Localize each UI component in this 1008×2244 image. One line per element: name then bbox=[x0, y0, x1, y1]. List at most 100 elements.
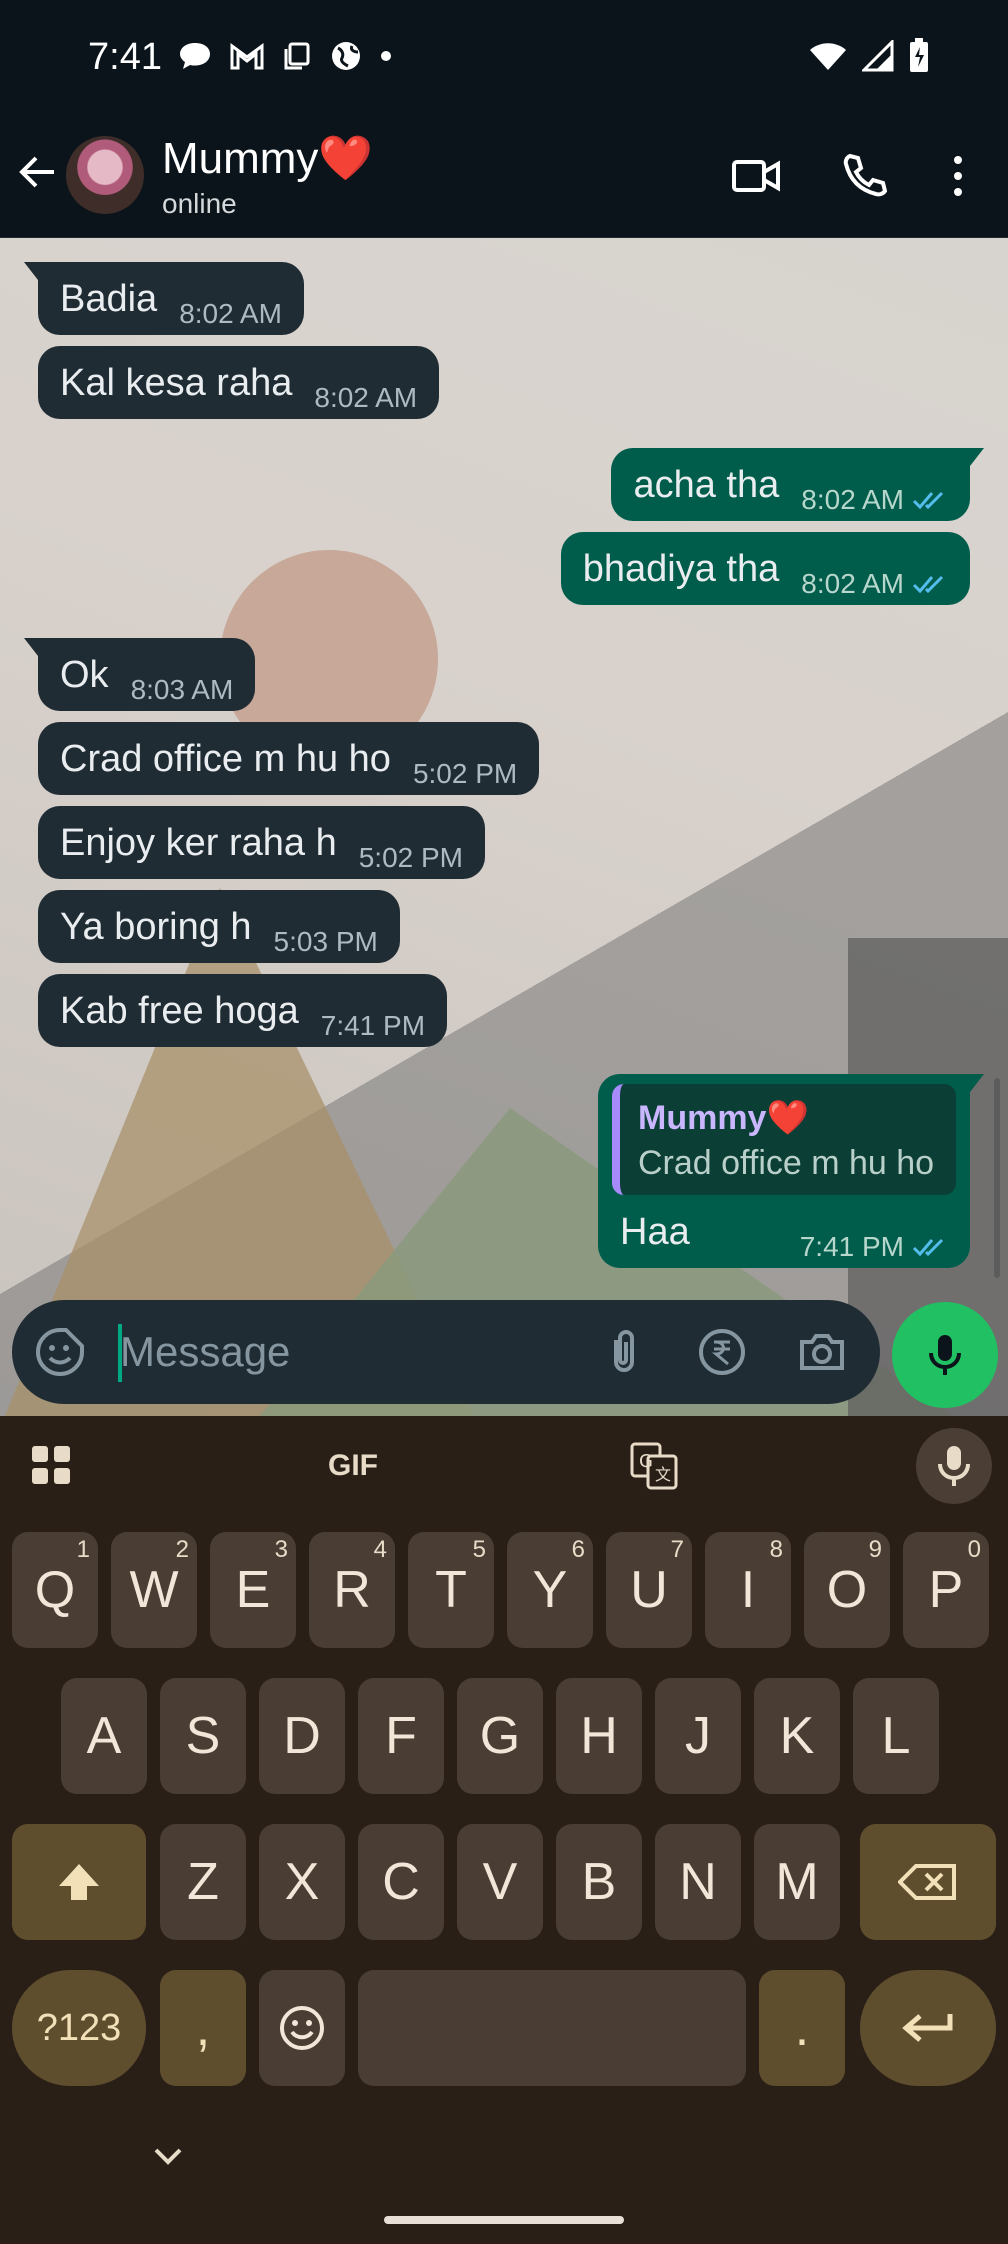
message-outgoing-reply[interactable]: Mummy❤️ Crad office m hu ho Haa 7:41 PM bbox=[598, 1074, 984, 1268]
backspace-key[interactable] bbox=[860, 1824, 996, 1940]
message-incoming[interactable]: Crad office m hu ho 5:02 PM bbox=[38, 722, 540, 795]
back-arrow-icon[interactable] bbox=[14, 148, 62, 196]
enter-key[interactable] bbox=[860, 1970, 996, 2086]
message-incoming[interactable]: Kal kesa raha 8:02 AM bbox=[38, 346, 440, 419]
key-y[interactable]: Y6 bbox=[507, 1532, 593, 1648]
message-input[interactable]: Message bbox=[12, 1300, 880, 1404]
attach-icon[interactable] bbox=[598, 1326, 650, 1378]
video-call-icon[interactable] bbox=[730, 150, 782, 202]
period-key[interactable]: . bbox=[759, 1970, 845, 2086]
key-w[interactable]: W2 bbox=[111, 1532, 197, 1648]
avatar[interactable] bbox=[66, 136, 144, 214]
message-time: 7:41 PM bbox=[799, 1231, 904, 1262]
quoted-text: Crad office m hu ho bbox=[638, 1144, 935, 1182]
key-i[interactable]: I8 bbox=[705, 1532, 791, 1648]
more-options-icon[interactable] bbox=[932, 150, 984, 202]
apps-grid-icon[interactable] bbox=[28, 1438, 76, 1494]
symbols-key[interactable]: ?123 bbox=[12, 1970, 146, 2086]
key-t[interactable]: T5 bbox=[408, 1532, 494, 1648]
key-s[interactable]: S bbox=[160, 1678, 246, 1794]
phone-call-icon[interactable] bbox=[838, 150, 890, 202]
key-p[interactable]: P0 bbox=[903, 1532, 989, 1648]
voice-message-button[interactable] bbox=[892, 1302, 998, 1408]
message-text: Crad office m hu ho bbox=[60, 738, 391, 780]
key-u[interactable]: U7 bbox=[606, 1532, 692, 1648]
enter-arrow-icon bbox=[902, 2014, 953, 2042]
rupee-payment-icon[interactable] bbox=[696, 1326, 748, 1378]
key-j[interactable]: J bbox=[655, 1678, 741, 1794]
key-x[interactable]: X bbox=[259, 1824, 345, 1940]
backspace-icon bbox=[898, 1864, 956, 1900]
message-text: Ya boring h bbox=[60, 906, 252, 948]
scrollbar[interactable] bbox=[994, 1078, 1000, 1278]
message-incoming[interactable]: Kab free hoga 7:41 PM bbox=[38, 974, 448, 1047]
key-q[interactable]: Q1 bbox=[12, 1532, 98, 1648]
shift-key[interactable] bbox=[12, 1824, 146, 1940]
key-f[interactable]: F bbox=[358, 1678, 444, 1794]
voice-typing-button[interactable] bbox=[916, 1428, 992, 1504]
emoji-icon bbox=[280, 2006, 324, 2050]
key-label: R bbox=[333, 1561, 371, 1619]
emoji-key[interactable] bbox=[259, 1970, 345, 2086]
battery-icon bbox=[910, 38, 928, 72]
key-a[interactable]: A bbox=[61, 1678, 147, 1794]
key-l[interactable]: L bbox=[853, 1678, 939, 1794]
hide-keyboard-chevron-icon[interactable] bbox=[148, 2136, 188, 2176]
key-m[interactable]: M bbox=[754, 1824, 840, 1940]
home-gesture-bar[interactable] bbox=[384, 2216, 624, 2224]
key-d[interactable]: D bbox=[259, 1678, 345, 1794]
key-g[interactable]: G bbox=[457, 1678, 543, 1794]
sticker-icon[interactable] bbox=[34, 1326, 86, 1378]
svg-text:G: G bbox=[639, 1451, 653, 1472]
message-time: 5:02 PM bbox=[412, 758, 518, 789]
translate-icon[interactable]: G文 bbox=[626, 1438, 682, 1494]
message-placeholder: Message bbox=[120, 1328, 291, 1375]
message-time: 8:02 AM bbox=[801, 568, 904, 599]
space-key[interactable] bbox=[358, 1970, 746, 2086]
gif-button[interactable]: GIF bbox=[318, 1438, 388, 1494]
message-incoming[interactable]: Enjoy ker raha h 5:02 PM bbox=[38, 806, 485, 879]
camera-icon[interactable] bbox=[796, 1326, 848, 1378]
message-outgoing[interactable]: bhadiya tha 8:02 AM bbox=[560, 532, 970, 605]
shift-arrow-icon bbox=[59, 1864, 99, 1900]
message-incoming[interactable]: Ok 8:03 AM bbox=[23, 638, 256, 711]
key-label: E bbox=[235, 1561, 271, 1619]
key-e[interactable]: E3 bbox=[210, 1532, 296, 1648]
message-text: Kab free hoga bbox=[60, 990, 299, 1032]
key-hint: 0 bbox=[967, 1536, 981, 1563]
key-label: W bbox=[129, 1561, 179, 1619]
key-r[interactable]: R4 bbox=[309, 1532, 395, 1648]
message-time: 5:02 PM bbox=[358, 842, 463, 873]
status-bar: 7:41 bbox=[0, 0, 1008, 112]
key-hint: 3 bbox=[274, 1536, 288, 1563]
signal-icon bbox=[862, 40, 894, 72]
comma-key[interactable]: , bbox=[160, 1970, 246, 2086]
message-time: 8:02 AM bbox=[801, 484, 904, 515]
keyboard: GIF G文 Q1 W2 E3 R4 T5 Y6 U7 I8 O9 P0 A S… bbox=[0, 1416, 1008, 2244]
quoted-message[interactable]: Mummy❤️ Crad office m hu ho bbox=[612, 1084, 956, 1195]
key-hint: 8 bbox=[769, 1536, 783, 1563]
contact-status: online bbox=[162, 188, 237, 219]
message-text: Enjoy ker raha h bbox=[60, 822, 337, 864]
read-ticks-icon bbox=[912, 491, 944, 510]
message-incoming[interactable]: Badia 8:02 AM bbox=[24, 262, 304, 335]
key-label: T bbox=[435, 1561, 467, 1619]
chat-area[interactable]: Badia 8:02 AM Kal kesa raha 8:02 AM acha t… bbox=[0, 238, 1008, 1416]
key-o[interactable]: O9 bbox=[804, 1532, 890, 1648]
key-hint: 6 bbox=[571, 1536, 585, 1563]
microphone-icon bbox=[938, 1446, 970, 1486]
globe-icon bbox=[332, 42, 360, 70]
key-b[interactable]: B bbox=[556, 1824, 642, 1940]
key-z[interactable]: Z bbox=[160, 1824, 246, 1940]
message-outgoing[interactable]: acha tha 8:02 AM bbox=[611, 448, 984, 521]
message-text: bhadiya tha bbox=[582, 548, 780, 590]
message-incoming[interactable]: Ya boring h 5:03 PM bbox=[38, 890, 400, 963]
key-v[interactable]: V bbox=[457, 1824, 543, 1940]
notification-icons bbox=[178, 40, 392, 72]
key-n[interactable]: N bbox=[655, 1824, 741, 1940]
key-k[interactable]: K bbox=[754, 1678, 840, 1794]
key-h[interactable]: H bbox=[556, 1678, 642, 1794]
contact-name[interactable]: Mummy❤️ bbox=[162, 132, 373, 184]
key-c[interactable]: C bbox=[358, 1824, 444, 1940]
message-time: 8:03 AM bbox=[130, 674, 234, 705]
